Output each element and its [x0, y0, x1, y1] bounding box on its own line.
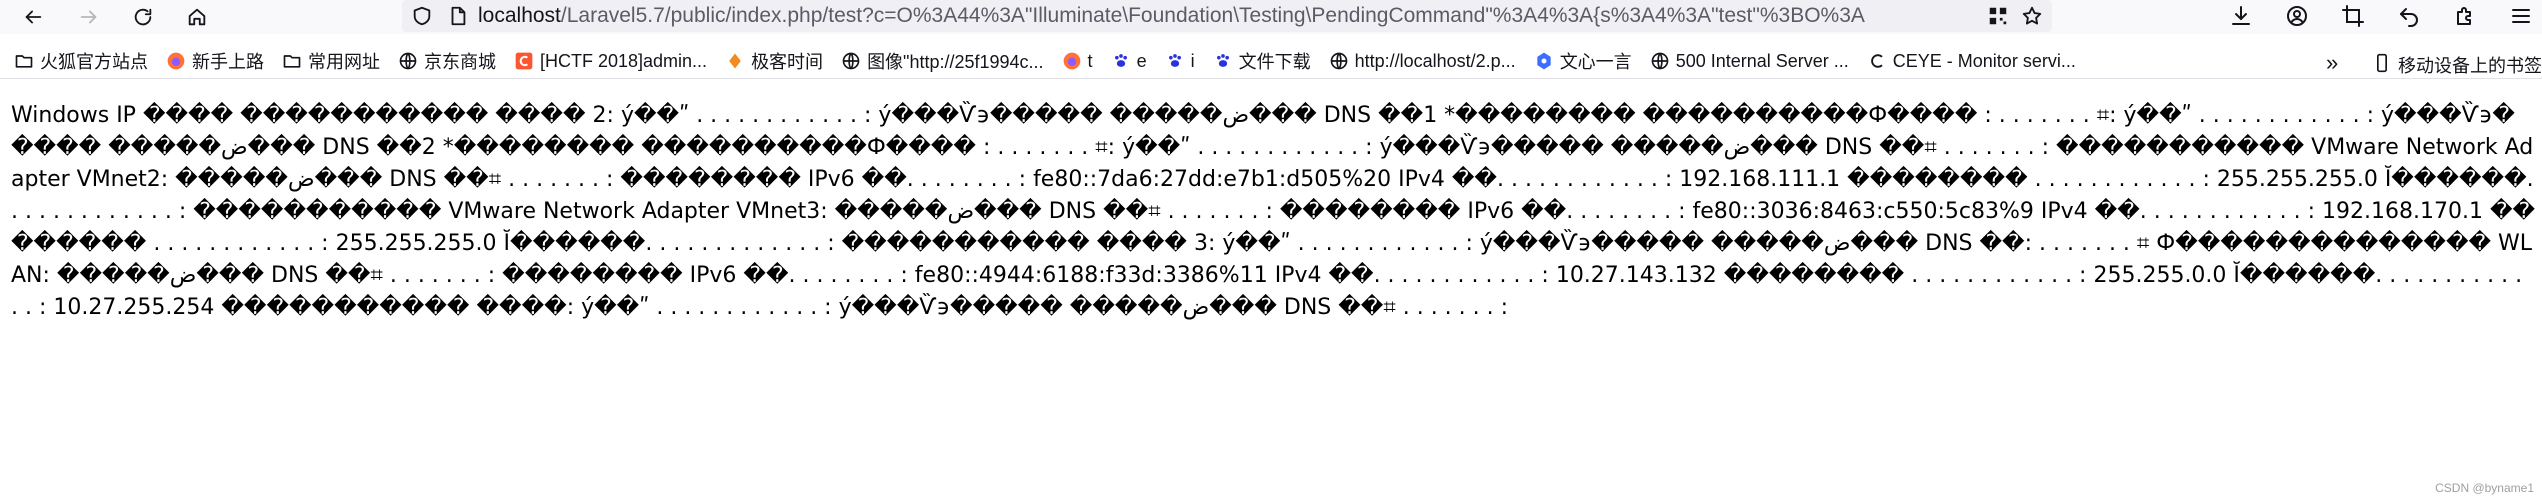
bookmark-item[interactable]: 文心一言	[1534, 48, 1632, 74]
bookmark-label: 常用网址	[308, 52, 380, 72]
folder-icon	[282, 51, 302, 71]
home-icon	[188, 8, 206, 26]
bookmark-item[interactable]: http://localhost/2.p...	[1329, 51, 1516, 72]
globe-icon	[398, 51, 418, 71]
bookmark-label: 极客时间	[751, 52, 824, 72]
bookmark-label: http://localhost/2.p...	[1354, 50, 1516, 71]
undo-icon[interactable]	[2394, 1, 2424, 31]
page-output-text: Windows IP ���� ����������� ���� 2: ý��ʺ…	[11, 103, 2536, 320]
bookmark-label: 新手上路	[192, 52, 264, 72]
url-bar[interactable]: localhost/Laravel5.7/public/index.php/te…	[402, 0, 2052, 32]
shield-icon[interactable]	[408, 2, 436, 30]
bookmark-item[interactable]: 文件下载	[1213, 48, 1311, 74]
url-path: /Laravel5.7/public/index.php/test?c=O%3A…	[560, 4, 1865, 27]
bookmark-label: 500 Internal Server ...	[1675, 50, 1849, 71]
mobile-bookmarks-folder[interactable]: 移动设备上的书签	[2372, 52, 2542, 78]
bookmark-item[interactable]: 极客时间	[725, 48, 823, 74]
menu-icon[interactable]	[2506, 1, 2536, 31]
bookmarks-overflow-button[interactable]: »	[2326, 50, 2338, 76]
bookmark-item[interactable]: 京东商城	[398, 48, 496, 74]
navigation-toolbar: localhost/Laravel5.7/public/index.php/te…	[0, 0, 2542, 34]
bookmark-item[interactable]: 火狐官方站点	[14, 48, 148, 74]
geek-icon	[725, 51, 745, 71]
bookmark-label: i	[1190, 50, 1195, 71]
arrow-right-icon	[80, 10, 97, 24]
bookmark-item[interactable]: 500 Internal Server ...	[1650, 51, 1849, 72]
bookmark-item[interactable]: 图像"http://25f1994c...	[841, 48, 1044, 74]
firefox-icon	[1062, 51, 1082, 71]
crop-icon[interactable]	[2338, 1, 2368, 31]
mobile-device-icon	[2372, 53, 2392, 78]
page-icon[interactable]	[444, 2, 472, 30]
bookmark-label: 文心一言	[1559, 52, 1632, 72]
bookmark-label: CEYE - Monitor servi...	[1892, 50, 2076, 71]
home-button[interactable]	[178, 1, 216, 33]
reload-icon	[134, 8, 152, 26]
c-logo-icon	[514, 51, 534, 71]
url-host: localhost	[478, 4, 561, 27]
globe-icon	[1329, 51, 1349, 71]
bookmark-label: e	[1136, 50, 1147, 71]
download-icon[interactable]	[2226, 1, 2256, 31]
paw-icon	[1213, 51, 1233, 71]
star-icon[interactable]	[2018, 2, 2046, 30]
qr-code-icon[interactable]	[1984, 2, 2012, 30]
folder-icon	[14, 51, 34, 71]
wenxin-icon	[1534, 51, 1554, 71]
firefox-icon	[166, 51, 186, 71]
ceye-icon	[1867, 51, 1887, 71]
bookmark-item[interactable]: i	[1165, 51, 1195, 72]
paw-icon	[1165, 51, 1185, 71]
bookmark-item[interactable]: 常用网址	[282, 48, 380, 74]
forward-button[interactable]	[70, 1, 108, 33]
back-button[interactable]	[14, 1, 52, 33]
bookmark-item[interactable]: 新手上路	[166, 48, 264, 74]
globe-icon	[841, 51, 861, 71]
bookmark-item[interactable]: [HCTF 2018]admin...	[514, 51, 707, 72]
bookmark-label: 图像"http://25f1994c...	[867, 52, 1044, 72]
bookmark-label: 京东商城	[424, 52, 496, 72]
bookmark-label: t	[1087, 50, 1093, 71]
bookmark-label: [HCTF 2018]admin...	[540, 50, 708, 71]
url-actions	[1984, 2, 2046, 30]
bookmark-item[interactable]: CEYE - Monitor servi...	[1867, 51, 2076, 72]
reload-button[interactable]	[124, 1, 162, 33]
bookmark-item[interactable]: e	[1111, 51, 1147, 72]
toolbar-right	[2226, 0, 2536, 32]
mobile-bookmarks-label: 移动设备上的书签	[2398, 56, 2542, 76]
bookmark-label: 文件下载	[1238, 52, 1311, 72]
url-text[interactable]: localhost/Laravel5.7/public/index.php/te…	[478, 4, 1984, 28]
watermark: CSDN @byname1	[2435, 481, 2534, 495]
globe-icon	[1650, 51, 1670, 71]
bookmarks-toolbar: 火狐官方站点 新手上路 常用网址 京东商城 [HCTF 2018]admin..…	[0, 44, 2542, 79]
bookmark-item[interactable]: t	[1062, 51, 1093, 72]
bookmark-label: 火狐官方站点	[40, 52, 148, 72]
extensions-icon[interactable]	[2450, 1, 2480, 31]
paw-icon	[1111, 51, 1131, 71]
account-icon[interactable]	[2282, 1, 2312, 31]
arrow-left-icon	[25, 10, 42, 24]
